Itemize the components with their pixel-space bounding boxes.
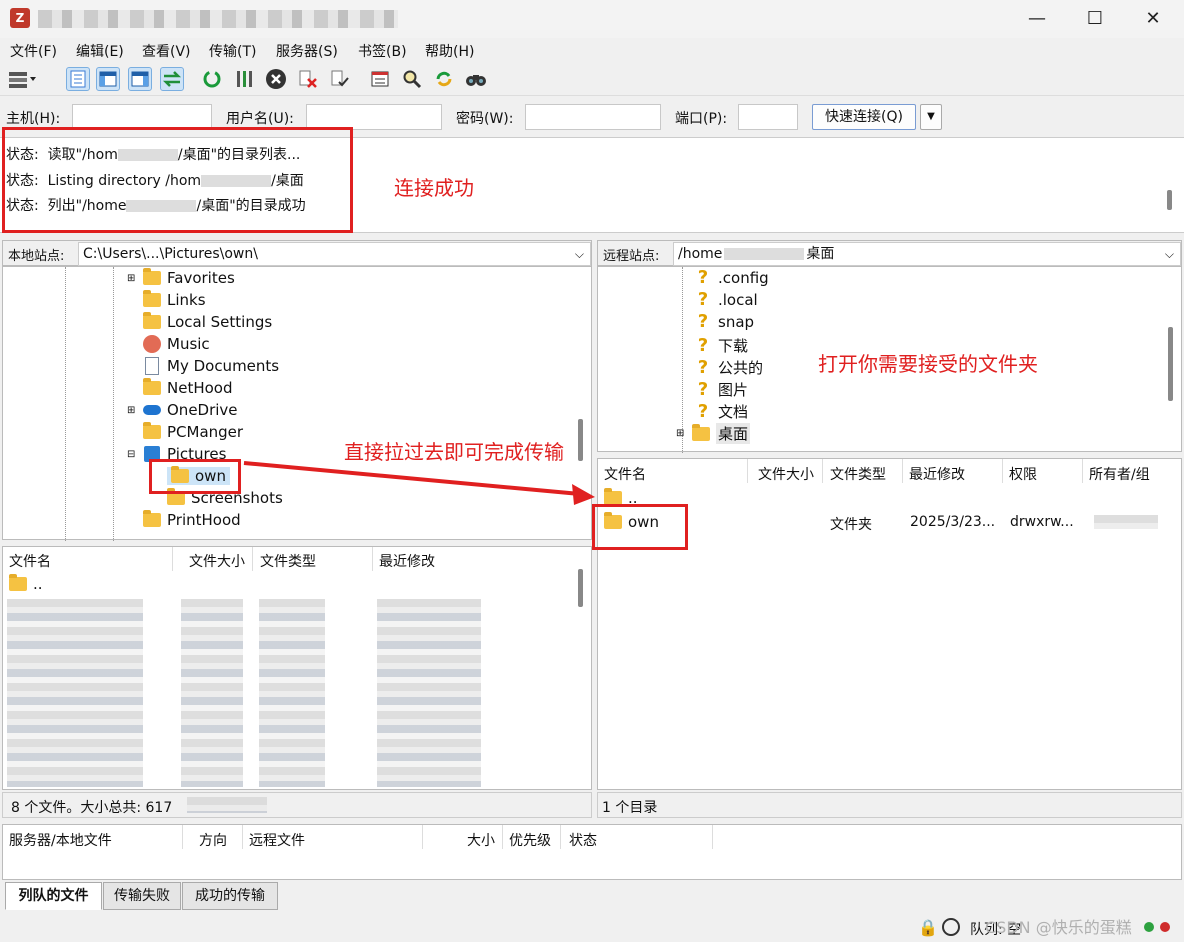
queue-header-size[interactable]: 大小 <box>467 830 495 850</box>
bottom-status-bar: 🔒 队列: 空 CSDN @快乐的蛋糕 <box>0 914 1184 942</box>
watermark: CSDN @快乐的蛋糕 <box>985 918 1132 937</box>
tab-successful-transfers[interactable]: 成功的传输 <box>182 882 278 910</box>
blurred-size <box>187 797 267 813</box>
lock-icon: 🔒 <box>918 918 938 937</box>
queue-header-priority[interactable]: 优先级 <box>509 830 551 850</box>
transfer-queue[interactable]: 服务器/本地文件 方向 远程文件 大小 优先级 状态 <box>2 824 1182 880</box>
queue-header-remote-file[interactable]: 远程文件 <box>249 830 305 850</box>
queue-header-status[interactable]: 状态 <box>569 830 597 850</box>
tab-failed-transfers[interactable]: 传输失败 <box>103 882 181 910</box>
annotation-drag: 直接拉过去即可完成传输 <box>344 440 564 464</box>
remote-status-bar: 1 个目录 <box>597 792 1182 818</box>
tab-queued-files[interactable]: 列队的文件 <box>5 882 102 910</box>
local-status-bar: 8 个文件。大小总共: 617 <box>2 792 592 818</box>
speed-limit-icon <box>942 918 960 936</box>
queue-header-server-local[interactable]: 服务器/本地文件 <box>9 830 112 850</box>
activity-led-green-icon <box>1144 922 1154 932</box>
queue-header-direction[interactable]: 方向 <box>199 830 227 850</box>
activity-led-red-icon <box>1160 922 1170 932</box>
